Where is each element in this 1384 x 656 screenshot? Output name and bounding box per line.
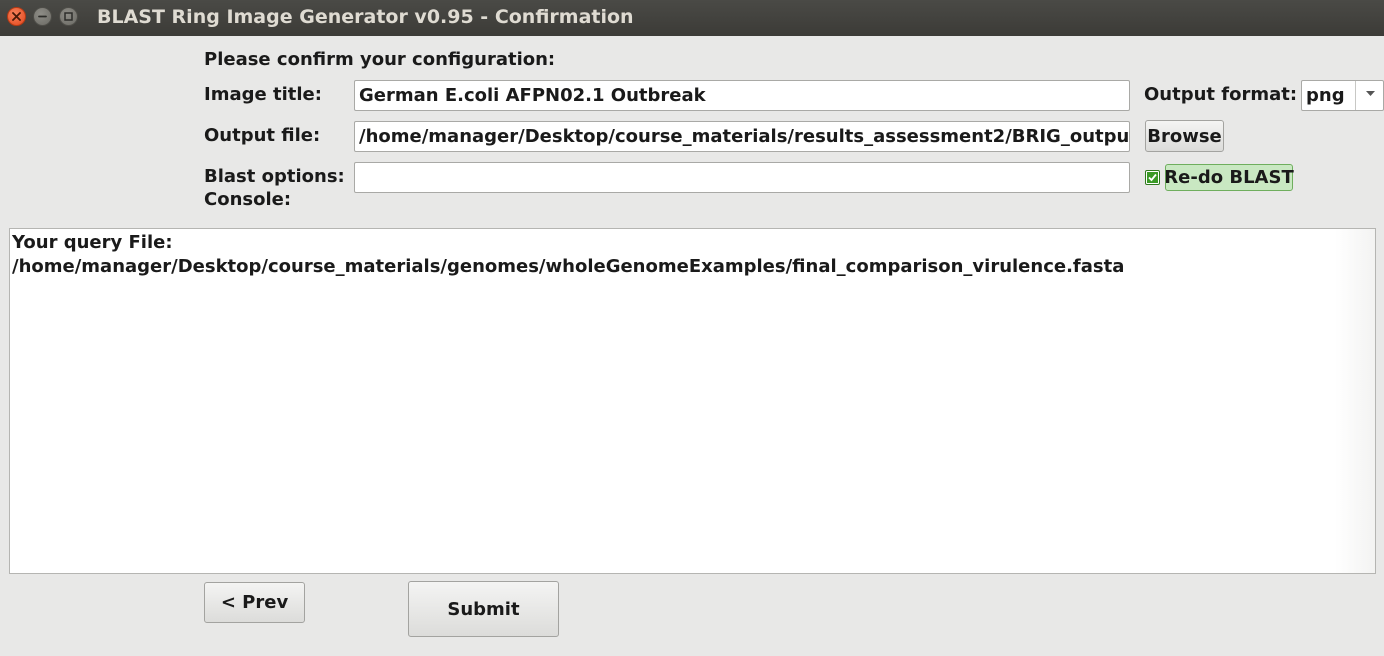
- blast-options-input[interactable]: [354, 162, 1130, 193]
- output-format-value: png: [1306, 85, 1345, 106]
- check-icon: [1147, 172, 1158, 183]
- redo-blast-toggle[interactable]: Re-do BLAST: [1164, 164, 1294, 191]
- chevron-down-icon: [1366, 91, 1375, 96]
- confirm-heading: Please confirm your configuration:: [204, 49, 556, 70]
- blast-options-label: Blast options:: [204, 166, 345, 187]
- console-line: Your query File:: [12, 232, 173, 253]
- maximize-icon: [64, 12, 73, 21]
- redo-blast-checkbox[interactable]: [1145, 170, 1160, 185]
- minimize-icon: [38, 15, 47, 18]
- console-label: Console:: [204, 189, 292, 210]
- submit-button[interactable]: Submit: [408, 581, 559, 637]
- console-scroll-area: [1335, 229, 1375, 573]
- select-separator: [1355, 81, 1356, 110]
- title-bar: BLAST Ring Image Generator v0.95 - Confi…: [0, 0, 1384, 36]
- close-icon: [12, 12, 21, 21]
- brig-confirmation-window: BLAST Ring Image Generator v0.95 - Confi…: [0, 0, 1384, 656]
- console-line: /home/manager/Desktop/course_materials/g…: [12, 256, 1125, 277]
- minimize-window-button[interactable]: [33, 7, 52, 26]
- output-file-input[interactable]: /home/manager/Desktop/course_materials/r…: [354, 121, 1130, 152]
- output-format-select[interactable]: png: [1301, 80, 1384, 111]
- close-window-button[interactable]: [7, 7, 26, 26]
- browse-button[interactable]: Browse: [1145, 120, 1224, 152]
- output-format-label: Output format:: [1144, 84, 1298, 105]
- console-output[interactable]: Your query File: /home/manager/Desktop/c…: [9, 228, 1376, 574]
- prev-button[interactable]: < Prev: [204, 582, 305, 623]
- maximize-window-button[interactable]: [59, 7, 78, 26]
- image-title-input[interactable]: German E.coli AFPN02.1 Outbreak: [354, 80, 1130, 111]
- image-title-label: Image title:: [204, 84, 322, 105]
- window-title: BLAST Ring Image Generator v0.95 - Confi…: [97, 6, 634, 28]
- output-file-label: Output file:: [204, 125, 321, 146]
